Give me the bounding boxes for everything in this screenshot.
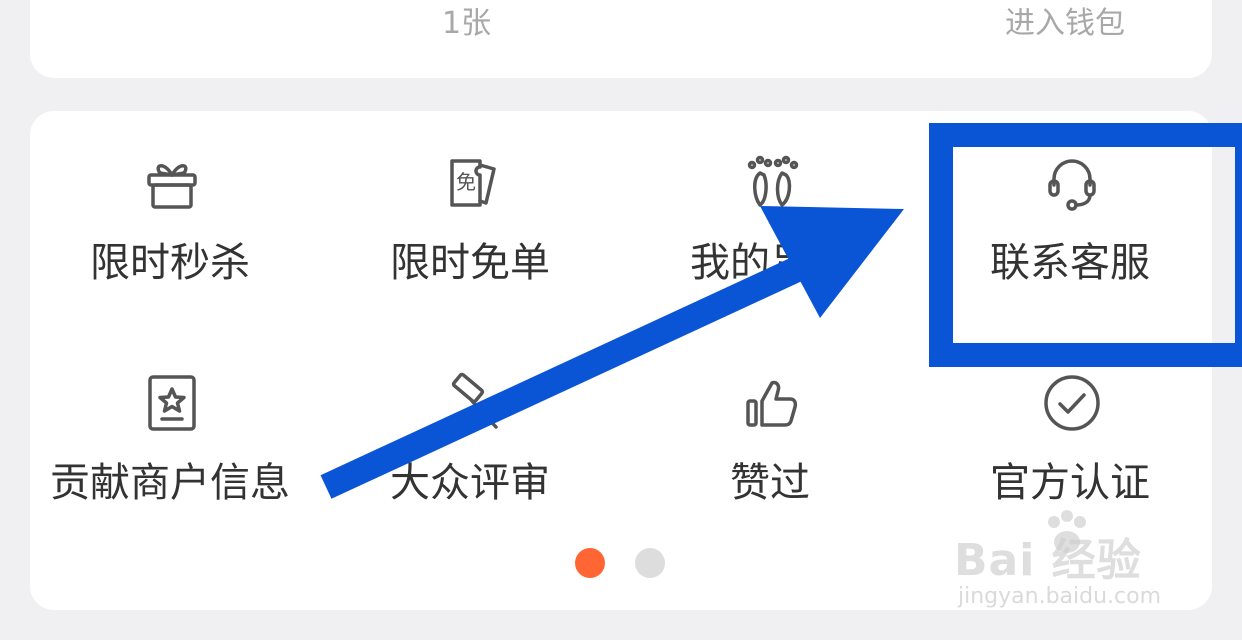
page-indicator (575, 548, 675, 580)
gavel-icon (440, 371, 504, 435)
coupon-count[interactable]: 1张 (442, 0, 491, 42)
page-dot-active[interactable] (575, 548, 605, 578)
check-circle-icon (1040, 371, 1104, 435)
free-ticket-icon: 免 (440, 151, 504, 215)
merchant-star-icon (140, 371, 204, 435)
tile-flash-sale[interactable]: 限时秒杀 (30, 111, 310, 311)
tile-label: 限时秒杀 (90, 240, 250, 286)
tile-free-order[interactable]: 免 限时免单 (330, 111, 610, 311)
page-dot-inactive[interactable] (635, 548, 665, 578)
tile-footprints[interactable]: 我的足迹 (630, 111, 910, 311)
tile-liked[interactable]: 赞过 (630, 331, 910, 531)
headset-icon (1040, 151, 1104, 215)
tile-contribute-merchant[interactable]: 贡献商户信息 (30, 331, 310, 531)
tile-label: 贡献商户信息 (50, 460, 290, 506)
tile-official-certification[interactable]: 官方认证 (930, 331, 1210, 531)
tile-customer-service[interactable]: 联系客服 (930, 111, 1210, 311)
svg-text:免: 免 (456, 170, 476, 194)
tile-label: 限时免单 (390, 240, 550, 286)
tile-label: 官方认证 (990, 460, 1150, 506)
tile-label: 大众评审 (390, 460, 550, 506)
enter-wallet-link[interactable]: 进入钱包 (1005, 0, 1125, 42)
tile-label: 赞过 (730, 460, 810, 506)
tile-label: 联系客服 (990, 240, 1150, 286)
gift-icon (140, 151, 204, 215)
tile-label: 我的足迹 (690, 240, 850, 286)
tile-public-review[interactable]: 大众评审 (330, 331, 610, 531)
wallet-card: 1张 进入钱包 (30, 0, 1212, 78)
services-grid: 限时秒杀 免 限时免单 我的足迹 联系客服 贡献商户信息 大众评审 赞过 官方认… (30, 111, 1212, 610)
thumbs-up-icon (740, 371, 804, 435)
footprint-icon (740, 151, 804, 215)
